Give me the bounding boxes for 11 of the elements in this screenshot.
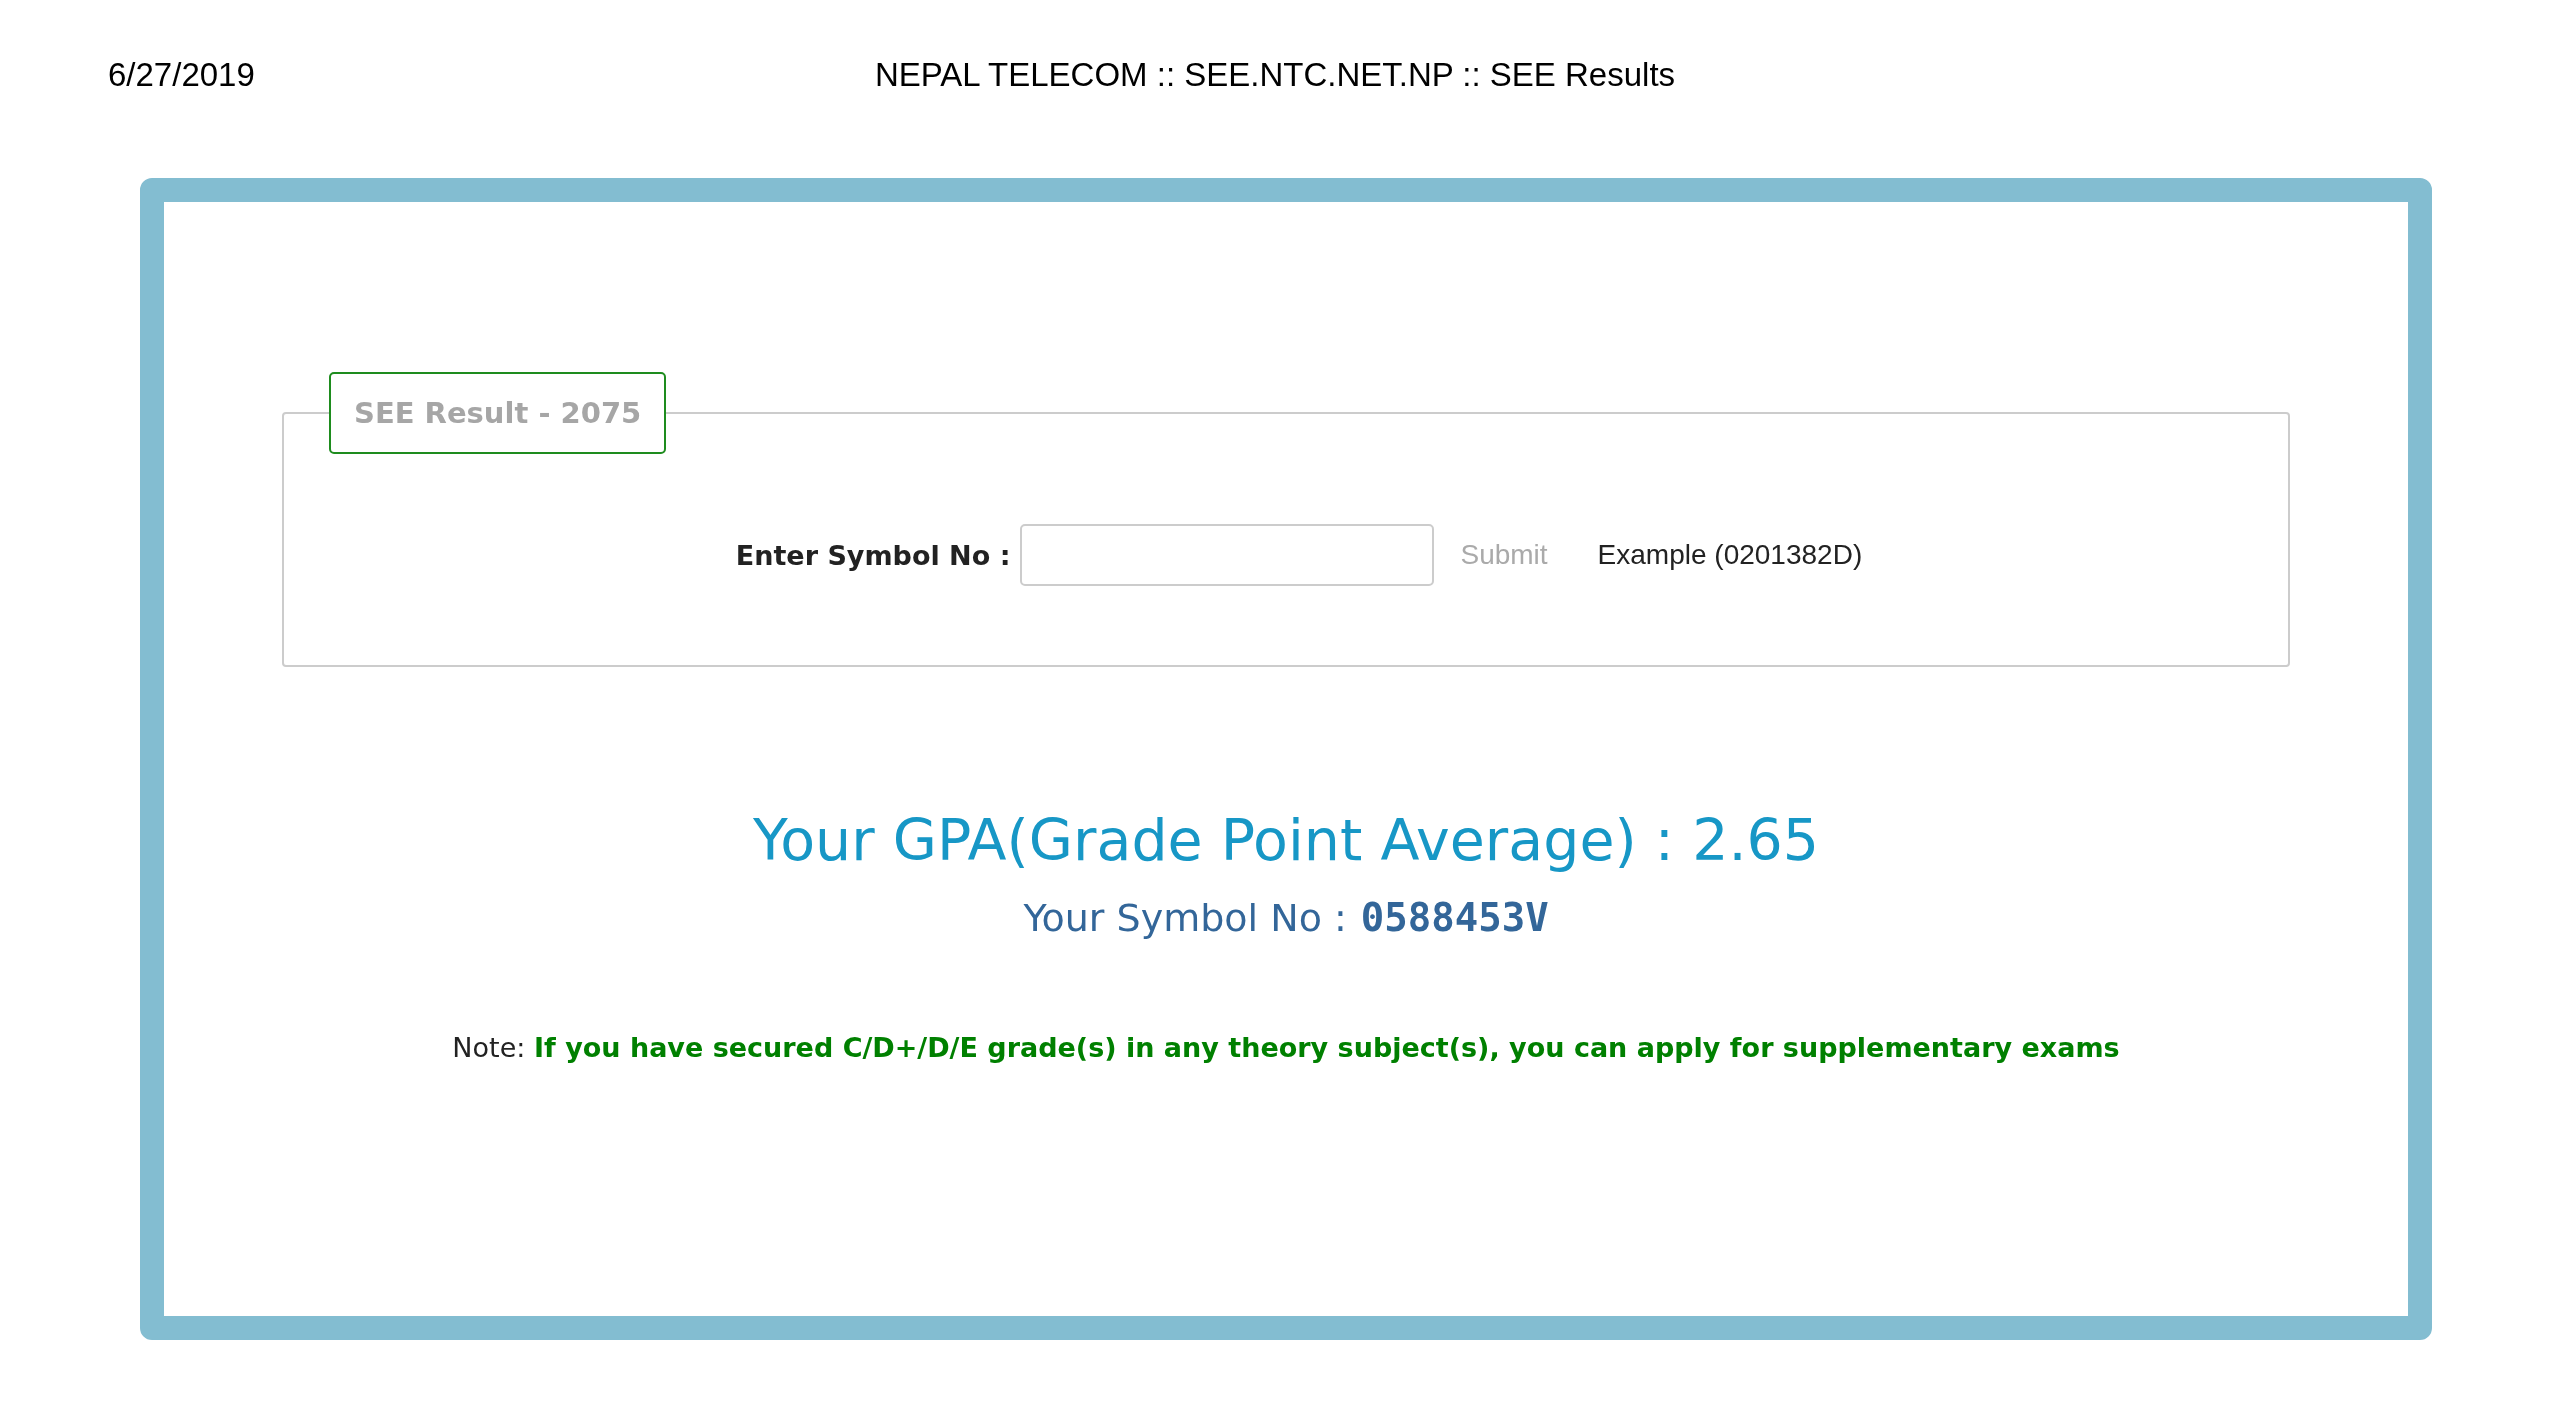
submit-button[interactable]: Submit: [1440, 531, 1568, 579]
note-text: Note: If you have secured C/D+/D/E grade(s) in any theory subject(s), you can apply for supplementary exams: [452, 1032, 2120, 1063]
form-legend: SEE Result - 2075: [329, 372, 667, 454]
print-date: 6/27/2019: [108, 56, 255, 94]
page-title: NEPAL TELECOM :: SEE.NTC.NET.NP :: SEE Results: [874, 56, 1676, 94]
symbol-value: 0588453V: [1360, 895, 1549, 940]
gpa-heading: Your GPA(Grade Point Average) : 2.65: [752, 807, 1820, 873]
symbol-label: Your Symbol No :: [1023, 896, 1347, 940]
example-hint: Example (0201382D): [1597, 539, 1863, 571]
field-label: Enter Symbol No :: [735, 539, 1011, 571]
symbol-input-field[interactable]: [1020, 524, 1435, 586]
